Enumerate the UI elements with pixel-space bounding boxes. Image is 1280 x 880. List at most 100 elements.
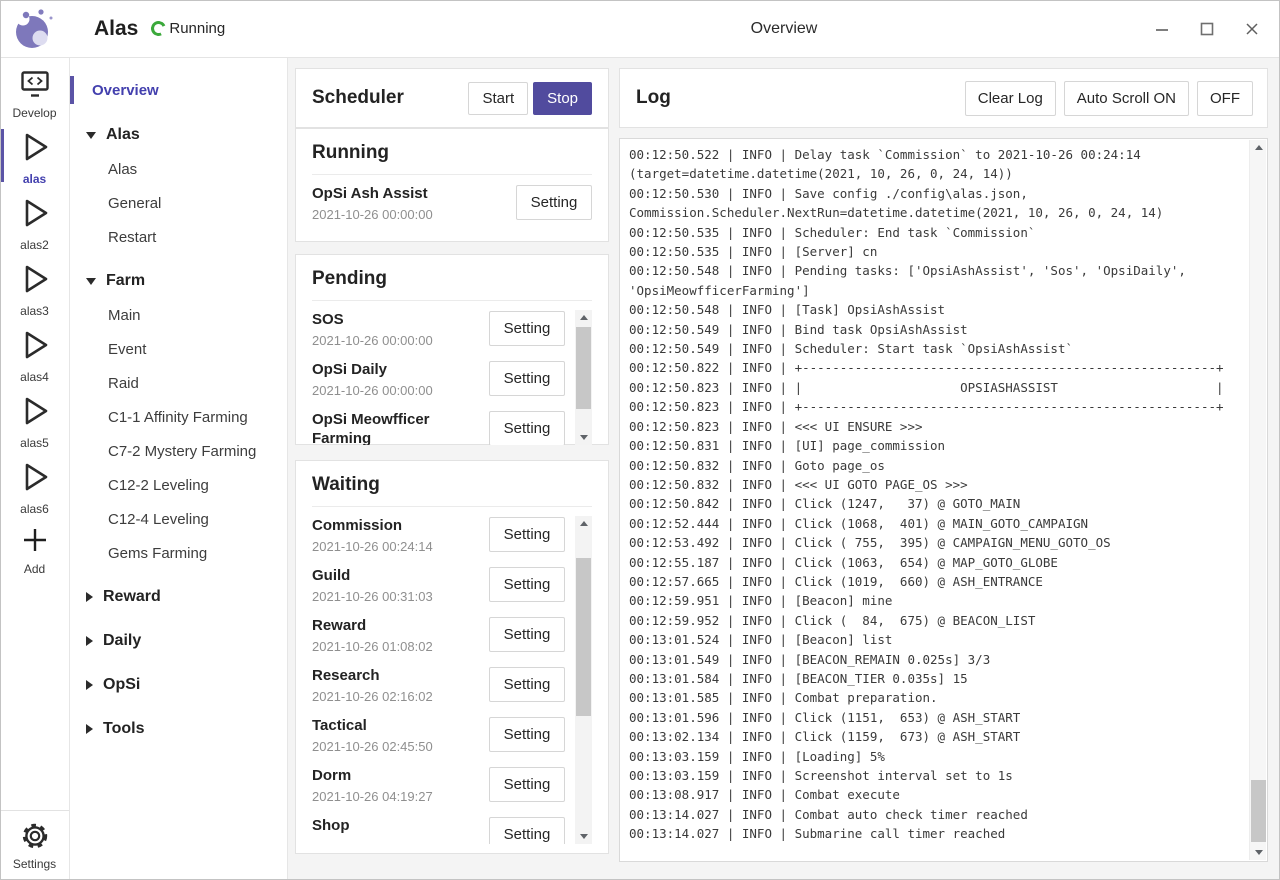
log-title: Log [636,87,957,109]
menu-section-opsi[interactable]: OpSi [70,668,287,702]
waiting-list: Commission2021-10-26 00:24:14SettingGuil… [312,516,592,844]
log-scrollbar-thumb[interactable] [1251,780,1266,842]
task-name: Tactical [312,716,472,735]
menu-section-daily[interactable]: Daily [70,624,287,658]
menu-item-alas[interactable]: Alas [70,152,287,186]
task-row: Research 2021-10-26 02:16:02 Setting [312,666,565,716]
rail-item-alas2[interactable]: alas2 [0,190,69,256]
start-button[interactable]: Start [468,82,528,115]
setting-button[interactable]: Setting [489,617,565,652]
task-row: Commission2021-10-26 00:24:14Setting [312,516,565,566]
add-icon [20,525,50,560]
log-scrollbar[interactable] [1249,140,1266,860]
scroll-down-icon[interactable] [575,829,592,844]
play-icon [18,129,52,170]
close-icon [1245,22,1259,36]
setting-button[interactable]: Setting [489,717,565,752]
menu-item-raid[interactable]: Raid [70,366,287,400]
menu-item-gems-farming[interactable]: Gems Farming [70,536,287,570]
setting-button[interactable]: Setting [489,311,565,346]
rail-item-alas4[interactable]: alas4 [0,322,69,388]
task-name: OpSi Ash Assist [312,184,472,203]
clear-log-button[interactable]: Clear Log [965,81,1056,116]
rail-item-label: Add [24,562,45,576]
app-logo-icon [10,5,56,53]
menu-item-c7-2-mystery-farming[interactable]: C7-2 Mystery Farming [70,434,287,468]
setting-button[interactable]: Setting [489,567,565,602]
menu-section-label: Alas [106,126,140,144]
waiting-scrollbar[interactable] [575,516,592,844]
menu-item-general[interactable]: General [70,186,287,220]
window-controls [1139,0,1274,57]
minimize-button[interactable] [1139,0,1184,57]
maximize-icon [1200,22,1214,36]
log-output[interactable]: 00:12:50.522 | INFO | Delay task `Commis… [619,138,1268,862]
setting-button[interactable]: Setting [489,361,565,396]
task-time: 2021-10-26 02:16:02 [312,689,481,704]
task-name: Research [312,666,472,685]
setting-button[interactable]: Setting [489,517,565,552]
rail-item-alas5[interactable]: alas5 [0,388,69,454]
pending-list: SOS2021-10-26 00:00:00SettingOpSi Daily2… [312,310,592,445]
setting-button[interactable]: Setting [489,817,565,844]
menu-section-tools[interactable]: Tools [70,712,287,746]
task-time: 2021-10-26 01:08:02 [312,639,481,654]
maximize-button[interactable] [1184,0,1229,57]
pending-scrollbar-thumb[interactable] [576,327,591,409]
running-card: RunningOpSi Ash Assist2021-10-26 00:00:0… [295,128,609,242]
minimize-icon [1155,22,1169,36]
stop-button[interactable]: Stop [533,82,592,115]
rail-item-develop[interactable]: Develop [0,64,69,124]
titlebar: Alas Running Overview [0,0,1280,58]
scroll-down-icon[interactable] [1250,845,1267,860]
menu-item-c12-4-leveling[interactable]: C12-4 Leveling [70,502,287,536]
waiting-scrollbar-thumb[interactable] [576,558,591,716]
task-row: OpSi Ash Assist 2021-10-26 00:00:00 Settin… [312,184,592,234]
menu-section-farm[interactable]: Farm [70,264,287,298]
scroll-up-icon[interactable] [575,310,592,325]
task-time: 2021-10-26 04:19:27 [312,789,481,804]
running-spinner-icon [149,19,168,38]
setting-button[interactable]: Setting [489,411,565,445]
menu-section-reward[interactable]: Reward [70,580,287,614]
rail-item-label: Develop [12,106,56,120]
task-time: 2021-10-26 00:00:00 [312,333,481,348]
log-card: Log Clear Log Auto Scroll ON OFF [619,68,1268,128]
auto-scroll-on-button[interactable]: Auto Scroll ON [1064,81,1189,116]
menu-item-main[interactable]: Main [70,298,287,332]
setting-button[interactable]: Setting [516,185,592,220]
close-button[interactable] [1229,0,1274,57]
rail-item-alas6[interactable]: alas6 [0,454,69,520]
menu-item-event[interactable]: Event [70,332,287,366]
menu-section-alas[interactable]: Alas [70,118,287,152]
scroll-up-icon[interactable] [575,516,592,531]
rail-item-add[interactable]: Add [0,520,69,580]
task-time: 2021-10-26 00:31:03 [312,589,481,604]
rail-item-label: alas5 [20,436,49,450]
nav-menu: Overview AlasAlasGeneralRestartFarmMainE… [70,58,288,880]
gear-icon [21,822,49,855]
play-icon [18,261,52,302]
task-time: 2021-10-26 00:00:00 [312,207,508,222]
rail-item-alas[interactable]: alas [0,124,69,190]
chevron-right-icon [86,680,93,690]
task-row: Guild2021-10-26 00:31:03Setting [312,566,565,616]
task-row: OpSi Daily2021-10-26 00:00:00Setting [312,360,565,410]
pending-scrollbar[interactable] [575,310,592,445]
menu-item-c12-2-leveling[interactable]: C12-2 Leveling [70,468,287,502]
rail-item-alas3[interactable]: alas3 [0,256,69,322]
app-name: Alas [94,17,138,41]
setting-button[interactable]: Setting [489,767,565,802]
instance-rail: Develop alasalas2alas3alas4 alas5 alas6 Ad… [0,58,70,880]
menu-item-overview[interactable]: Overview [70,72,287,108]
chevron-down-icon [86,278,96,285]
develop-icon [18,69,52,104]
status-label: Running [169,20,225,37]
auto-scroll-off-button[interactable]: OFF [1197,81,1253,116]
menu-item-c1-1-affinity-farming[interactable]: C1-1 Affinity Farming [70,400,287,434]
scroll-up-icon[interactable] [1250,140,1267,155]
setting-button[interactable]: Setting [489,667,565,702]
scroll-down-icon[interactable] [575,430,592,445]
menu-item-restart[interactable]: Restart [70,220,287,254]
rail-item-settings[interactable]: Settings [0,810,69,880]
